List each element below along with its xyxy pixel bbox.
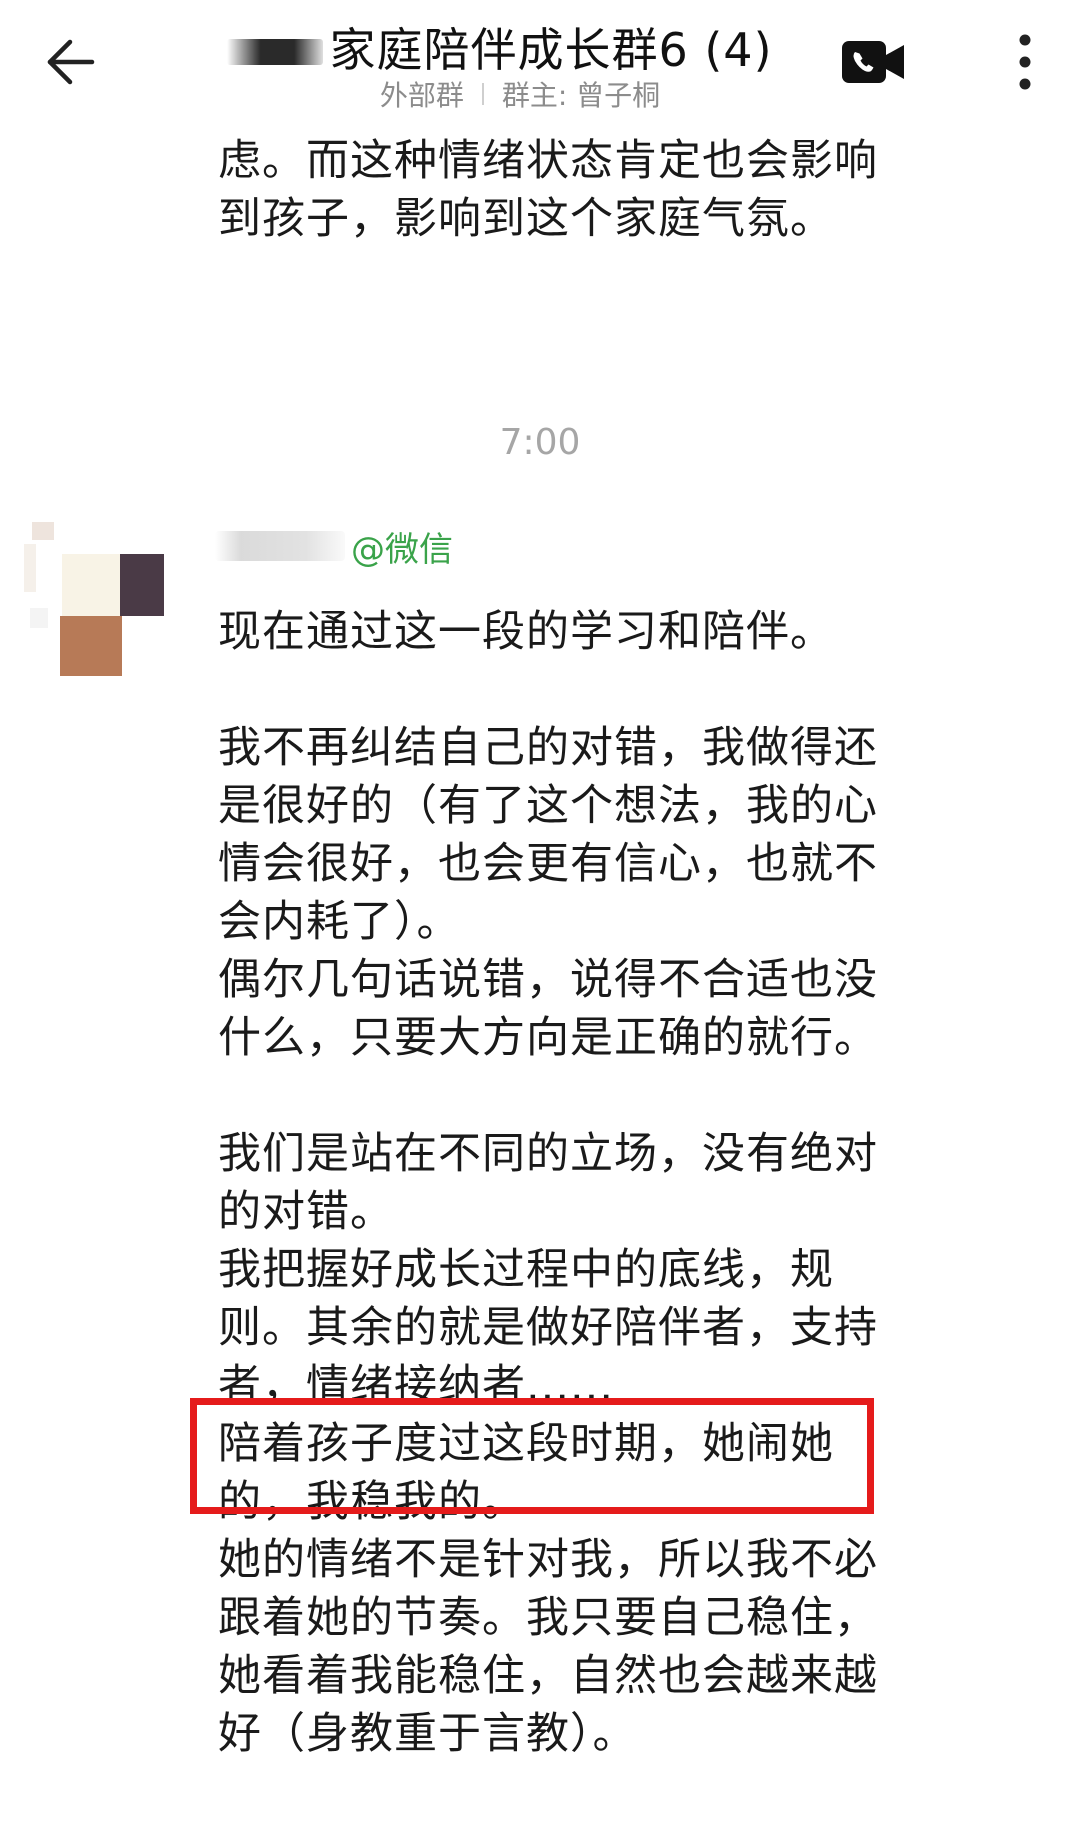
avatar[interactable] bbox=[24, 518, 164, 678]
arrow-left-icon bbox=[47, 39, 95, 85]
group-name: 家庭陪伴成长群6 (4) bbox=[329, 23, 773, 77]
message-line: 偶尔几句话说错，说得不合适也没什么，只要大方向是正确的就行。 bbox=[218, 955, 878, 1063]
message-line: 我们是站在不同的立场，没有绝对的对错。 bbox=[218, 1129, 878, 1237]
video-call-icon bbox=[842, 41, 904, 83]
previous-message-text: 虑。而这种情绪状态肯定也会影响到孩子，影响到这个家庭气氛。 bbox=[218, 136, 878, 244]
more-options-button[interactable] bbox=[1000, 24, 1050, 100]
redacted-name-blur bbox=[227, 39, 324, 65]
message-timestamp: 7:00 bbox=[499, 422, 581, 463]
chat-header: 家庭陪伴成长群6 (4) 外部群 群主: 曾子桐 bbox=[0, 0, 1080, 128]
back-button[interactable] bbox=[30, 22, 110, 102]
message-line: 她的情绪不是针对我，所以我不必跟着她的节奏。我只要自己稳住，她看着我能稳住，自然… bbox=[218, 1535, 878, 1759]
highlight-annotation-box bbox=[190, 1398, 874, 1514]
sender-name: @微信 bbox=[215, 518, 453, 574]
message-line: 我把握好成长过程中的底线，规则。其余的就是做好陪伴者，支持者，情绪接纳者....… bbox=[218, 1245, 878, 1411]
subtitle-divider bbox=[481, 83, 484, 105]
external-group-label: 外部群 bbox=[379, 79, 464, 112]
more-vertical-icon bbox=[1019, 34, 1031, 90]
redacted-sender-blur bbox=[215, 531, 345, 561]
message-line: 我不再纠结自己的对错，我做得还是很好的（有了这个想法，我的心情会很好，也会更有信… bbox=[218, 723, 878, 947]
video-call-button[interactable] bbox=[838, 34, 908, 90]
chat-subtitle: 外部群 群主: 曾子桐 bbox=[280, 72, 760, 116]
wechat-source-tag: @微信 bbox=[351, 529, 453, 570]
message-line: 现在通过这一段的学习和陪伴。 bbox=[218, 607, 834, 657]
group-owner-label: 群主: 曾子桐 bbox=[501, 79, 661, 112]
